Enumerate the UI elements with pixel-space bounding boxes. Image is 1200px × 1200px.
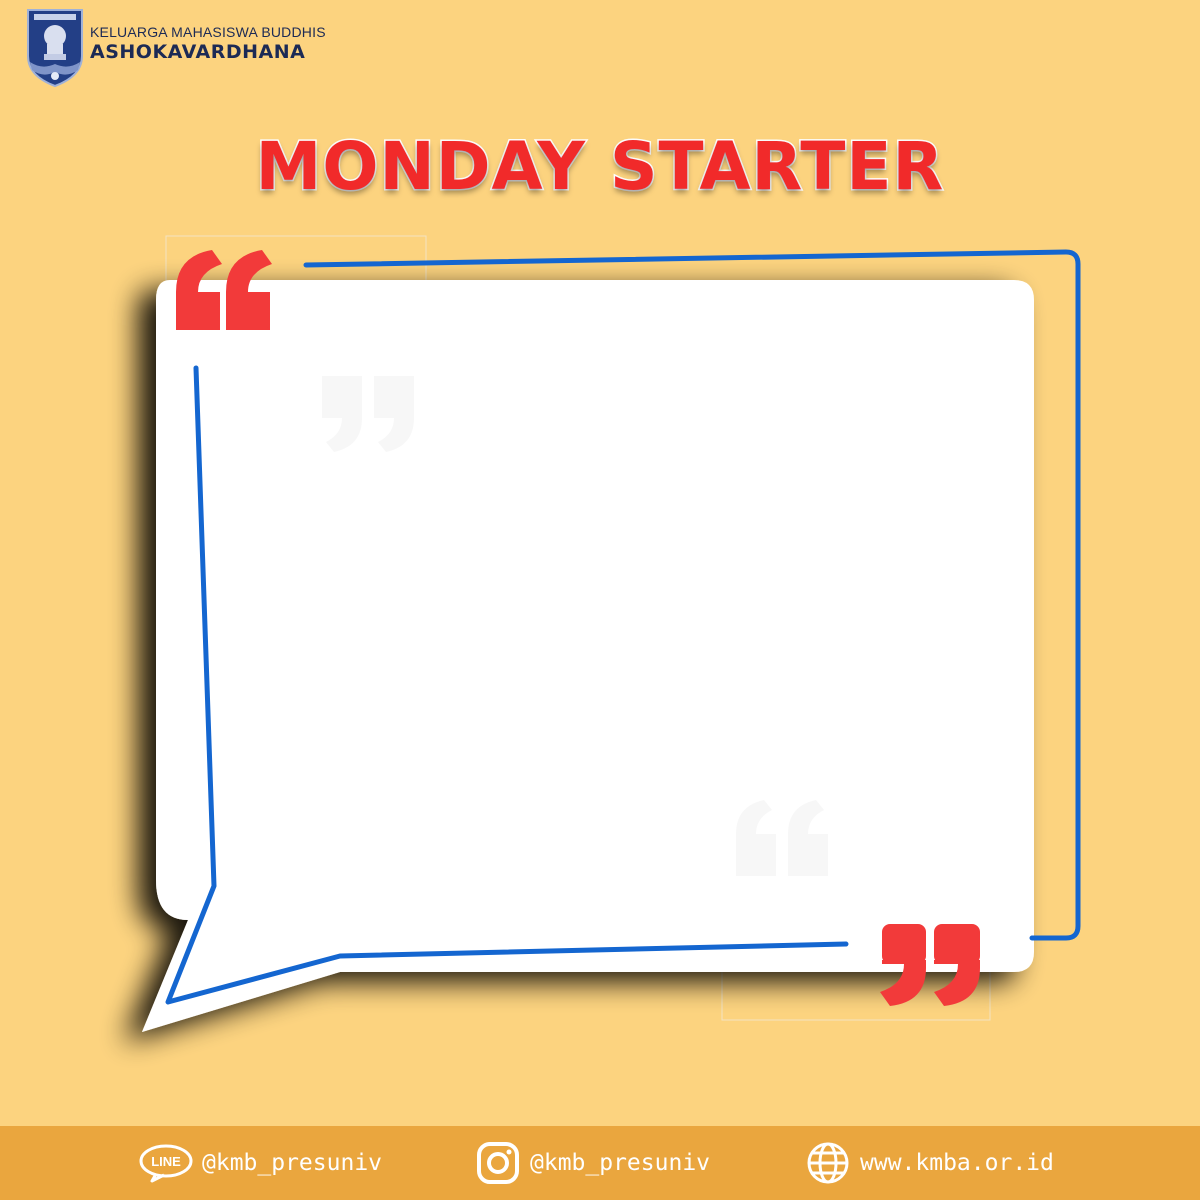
svg-text:LINE: LINE: [151, 1154, 181, 1169]
instagram-icon: [477, 1142, 519, 1184]
footer-bar: LINE @kmb_presuniv @kmb_presuniv www.kmb…: [0, 1126, 1200, 1200]
speech-bubble-frame: [142, 235, 1081, 1032]
line-app-icon: LINE: [139, 1144, 193, 1183]
line-handle: @kmb_presuniv: [202, 1150, 383, 1176]
footer-instagram[interactable]: @kmb_presuniv: [474, 1126, 710, 1200]
instagram-handle: @kmb_presuniv: [530, 1150, 711, 1176]
bubble-body: [142, 280, 1034, 1032]
globe-icon: [807, 1142, 849, 1184]
website-url: www.kmba.or.id: [860, 1150, 1054, 1176]
footer-website[interactable]: www.kmba.or.id: [804, 1126, 1054, 1200]
footer-line[interactable]: LINE @kmb_presuniv: [138, 1126, 382, 1200]
